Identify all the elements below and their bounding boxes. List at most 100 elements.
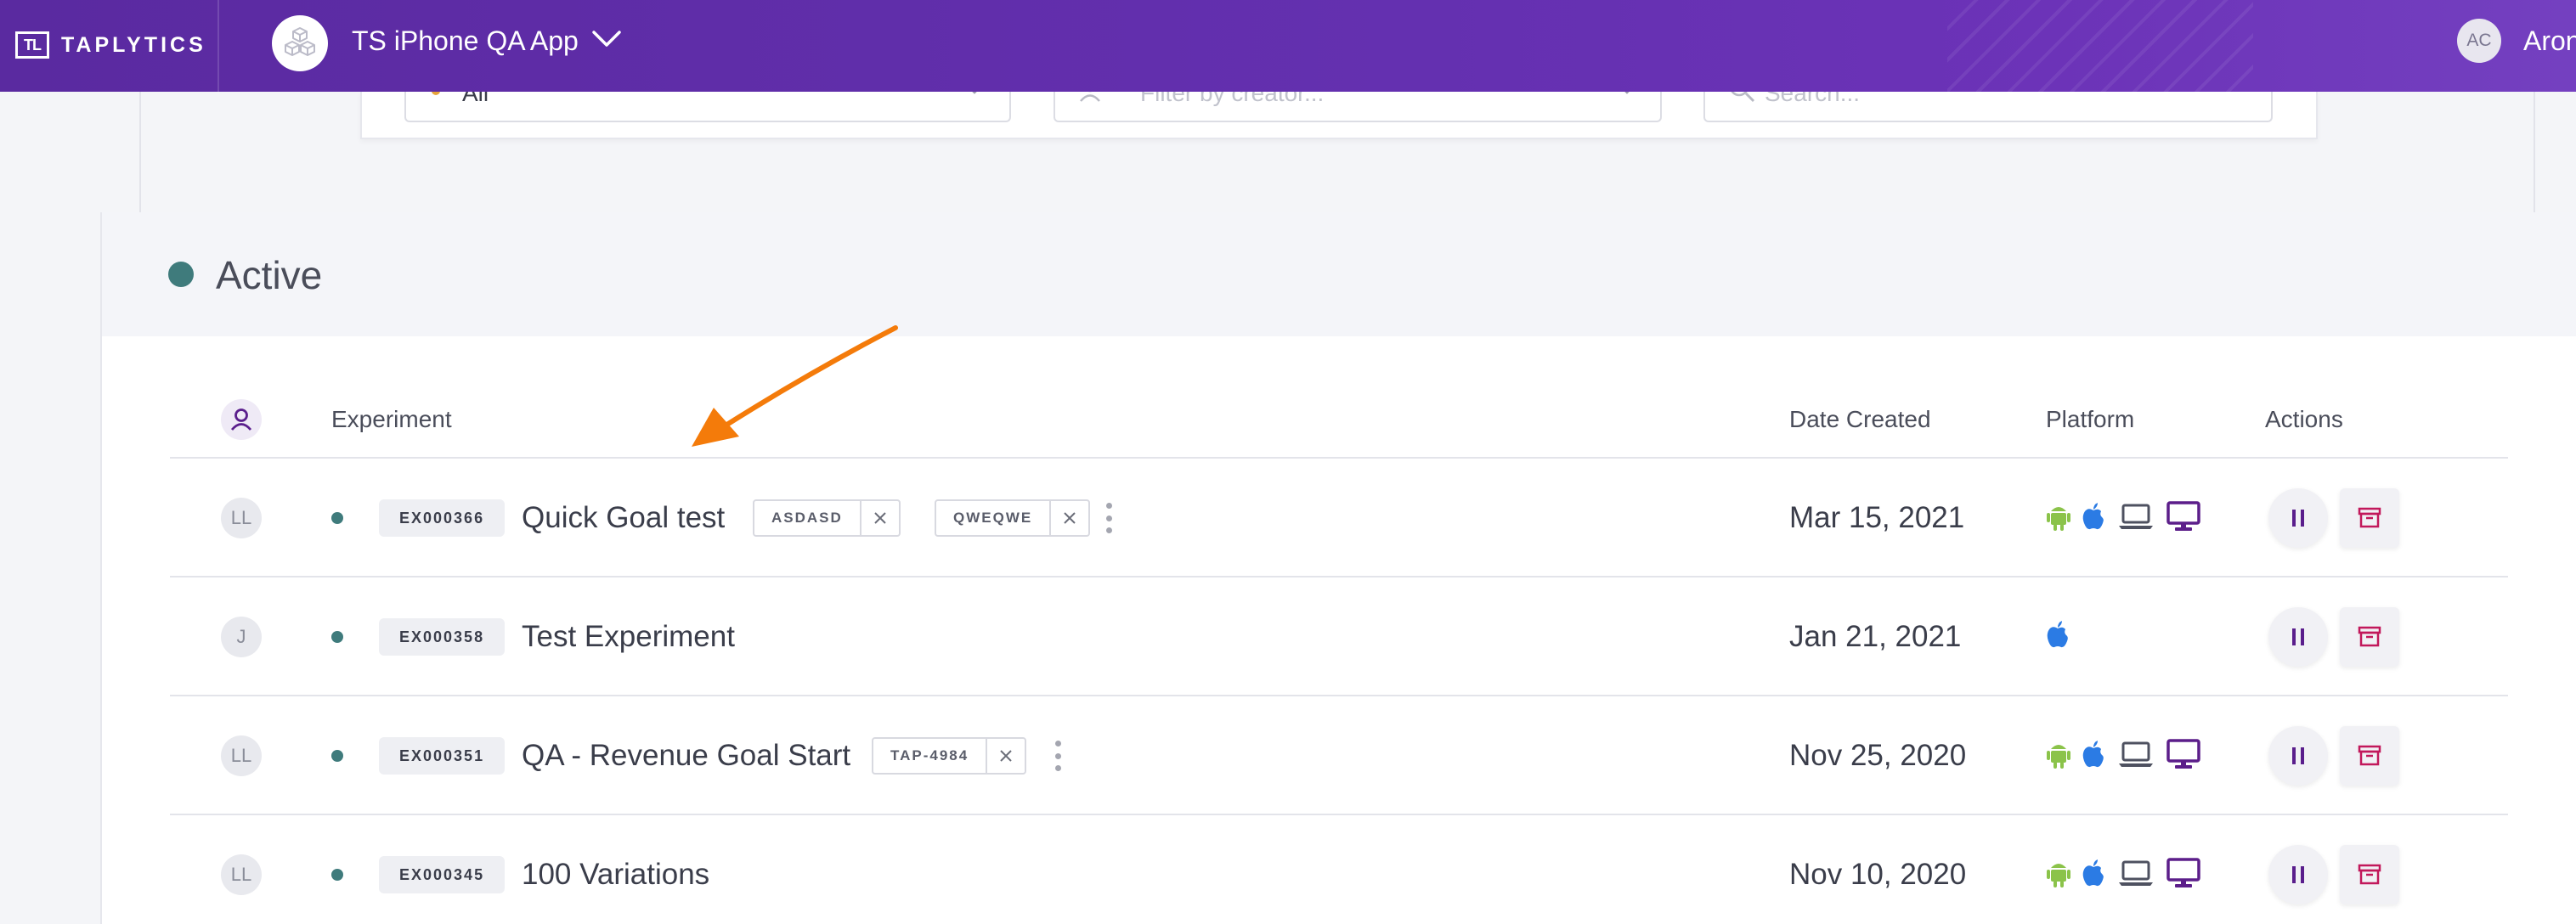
experiment-status-dot <box>331 750 343 762</box>
annotation-arrow-icon <box>692 325 898 447</box>
close-icon[interactable] <box>861 501 899 535</box>
search-placeholder: Search... <box>1765 92 1861 106</box>
top-navigation-bar: TL TAPLYTICS TS iPhone QA App AC Aron <box>0 0 2576 92</box>
pause-button[interactable] <box>2268 488 2328 548</box>
multicolor-platform-icon <box>432 92 440 95</box>
laptop-icon <box>2117 503 2155 534</box>
search-icon <box>1727 92 1756 108</box>
apple-icon <box>2082 740 2105 773</box>
date-created: Mar 15, 2021 <box>1789 501 1965 534</box>
tag-label: TAP-4984 <box>873 739 988 773</box>
archive-icon <box>2358 626 2381 647</box>
more-options-icon[interactable] <box>1106 503 1113 533</box>
creator-avatar: J <box>221 617 262 657</box>
experiment-status-dot <box>331 869 343 881</box>
android-icon <box>2046 858 2071 893</box>
archive-icon <box>2358 864 2381 885</box>
section-header: Active <box>102 212 2576 336</box>
active-status-dot <box>168 262 194 287</box>
more-options-icon[interactable] <box>1055 741 1062 771</box>
column-header-date-created[interactable]: Date Created <box>1789 404 1931 435</box>
section-title: Active <box>216 253 323 297</box>
laptop-icon <box>2117 741 2155 772</box>
pause-icon <box>2292 747 2304 764</box>
chevron-down-icon <box>965 92 984 99</box>
pause-button[interactable] <box>2268 726 2328 786</box>
desktop-icon <box>2166 858 2200 893</box>
divider <box>170 457 2508 459</box>
user-name[interactable]: Aron <box>2523 24 2576 58</box>
platform-filter-value: All <box>462 92 489 106</box>
experiment-tag: ASDASD <box>753 499 901 537</box>
laptop-icon <box>2117 859 2155 891</box>
experiment-name-link[interactable]: QA - Revenue Goal Start <box>522 737 850 775</box>
pause-button[interactable] <box>2268 607 2328 667</box>
divider <box>170 814 2508 815</box>
apple-icon <box>2082 502 2105 535</box>
apple-icon <box>2046 620 2070 653</box>
archive-button[interactable] <box>2340 726 2399 786</box>
search-input[interactable]: Search... <box>1703 92 2273 122</box>
experiment-name-link[interactable]: 100 Variations <box>522 856 709 893</box>
column-header-experiment[interactable]: Experiment <box>331 404 452 435</box>
apple-icon <box>2082 859 2105 892</box>
chevron-down-icon[interactable] <box>591 29 622 54</box>
divider <box>170 695 2508 696</box>
logo-text: TAPLYTICS <box>61 32 206 57</box>
experiment-name-link[interactable]: Test Experiment <box>522 618 735 656</box>
archive-icon <box>2358 507 2381 528</box>
date-created: Nov 10, 2020 <box>1789 858 1967 891</box>
pause-icon <box>2292 510 2304 527</box>
header-divider <box>217 0 219 92</box>
app-selector-name[interactable]: TS iPhone QA App <box>352 24 579 58</box>
creator-filter-select[interactable]: Filter by creator... <box>1054 92 1662 122</box>
platform-icons <box>2046 501 2200 536</box>
creator-filter-placeholder: Filter by creator... <box>1140 92 1325 106</box>
experiment-id-badge: EX000345 <box>379 856 506 893</box>
creator-avatar: LL <box>221 735 262 776</box>
desktop-icon <box>2166 501 2200 536</box>
experiment-status-dot <box>331 631 343 643</box>
chevron-down-icon <box>1618 92 1636 99</box>
experiment-id-badge: EX000358 <box>379 618 506 656</box>
creator-column-person-icon[interactable] <box>221 399 262 440</box>
column-header-actions: Actions <box>2265 406 2343 432</box>
archive-button[interactable] <box>2340 845 2399 904</box>
experiment-id-badge: EX000366 <box>379 499 506 537</box>
archive-icon <box>2358 745 2381 766</box>
header-decoration <box>1947 0 2253 92</box>
android-icon <box>2046 739 2071 774</box>
archive-button[interactable] <box>2340 607 2399 667</box>
active-experiments-card: Active Experiment Date Created Platform … <box>100 212 2576 924</box>
divider <box>170 576 2508 578</box>
platform-icons <box>2046 858 2200 893</box>
pause-button[interactable] <box>2268 845 2328 904</box>
logo-mark-icon: TL <box>15 31 49 59</box>
date-created: Nov 25, 2020 <box>1789 739 1967 772</box>
experiment-name-link[interactable]: Quick Goal test <box>522 499 725 537</box>
creator-avatar: LL <box>221 498 262 538</box>
tag-label: QWEQWE <box>936 501 1052 535</box>
platform-filter-select[interactable]: All <box>404 92 1011 122</box>
taplytics-logo[interactable]: TL TAPLYTICS <box>15 25 206 65</box>
creator-avatar: LL <box>221 854 262 895</box>
pause-icon <box>2292 628 2304 645</box>
archive-button[interactable] <box>2340 488 2399 548</box>
experiment-tag: TAP-4984 <box>872 737 1027 775</box>
date-created: Jan 21, 2021 <box>1789 620 1962 653</box>
person-icon <box>1077 92 1103 106</box>
desktop-icon <box>2166 739 2200 774</box>
experiment-status-dot <box>331 512 343 524</box>
android-icon <box>2046 501 2071 536</box>
close-icon[interactable] <box>987 739 1025 773</box>
column-header-platform: Platform <box>2046 406 2135 432</box>
pause-icon <box>2292 866 2304 883</box>
platform-icons <box>2046 739 2200 774</box>
tag-label: ASDASD <box>754 501 861 535</box>
close-icon[interactable] <box>1051 501 1088 535</box>
experiment-tag: QWEQWE <box>935 499 1091 537</box>
experiment-id-badge: EX000351 <box>379 737 506 775</box>
user-avatar[interactable]: AC <box>2457 19 2501 63</box>
app-cube-icon[interactable] <box>272 15 328 71</box>
platform-icons <box>2046 620 2070 653</box>
